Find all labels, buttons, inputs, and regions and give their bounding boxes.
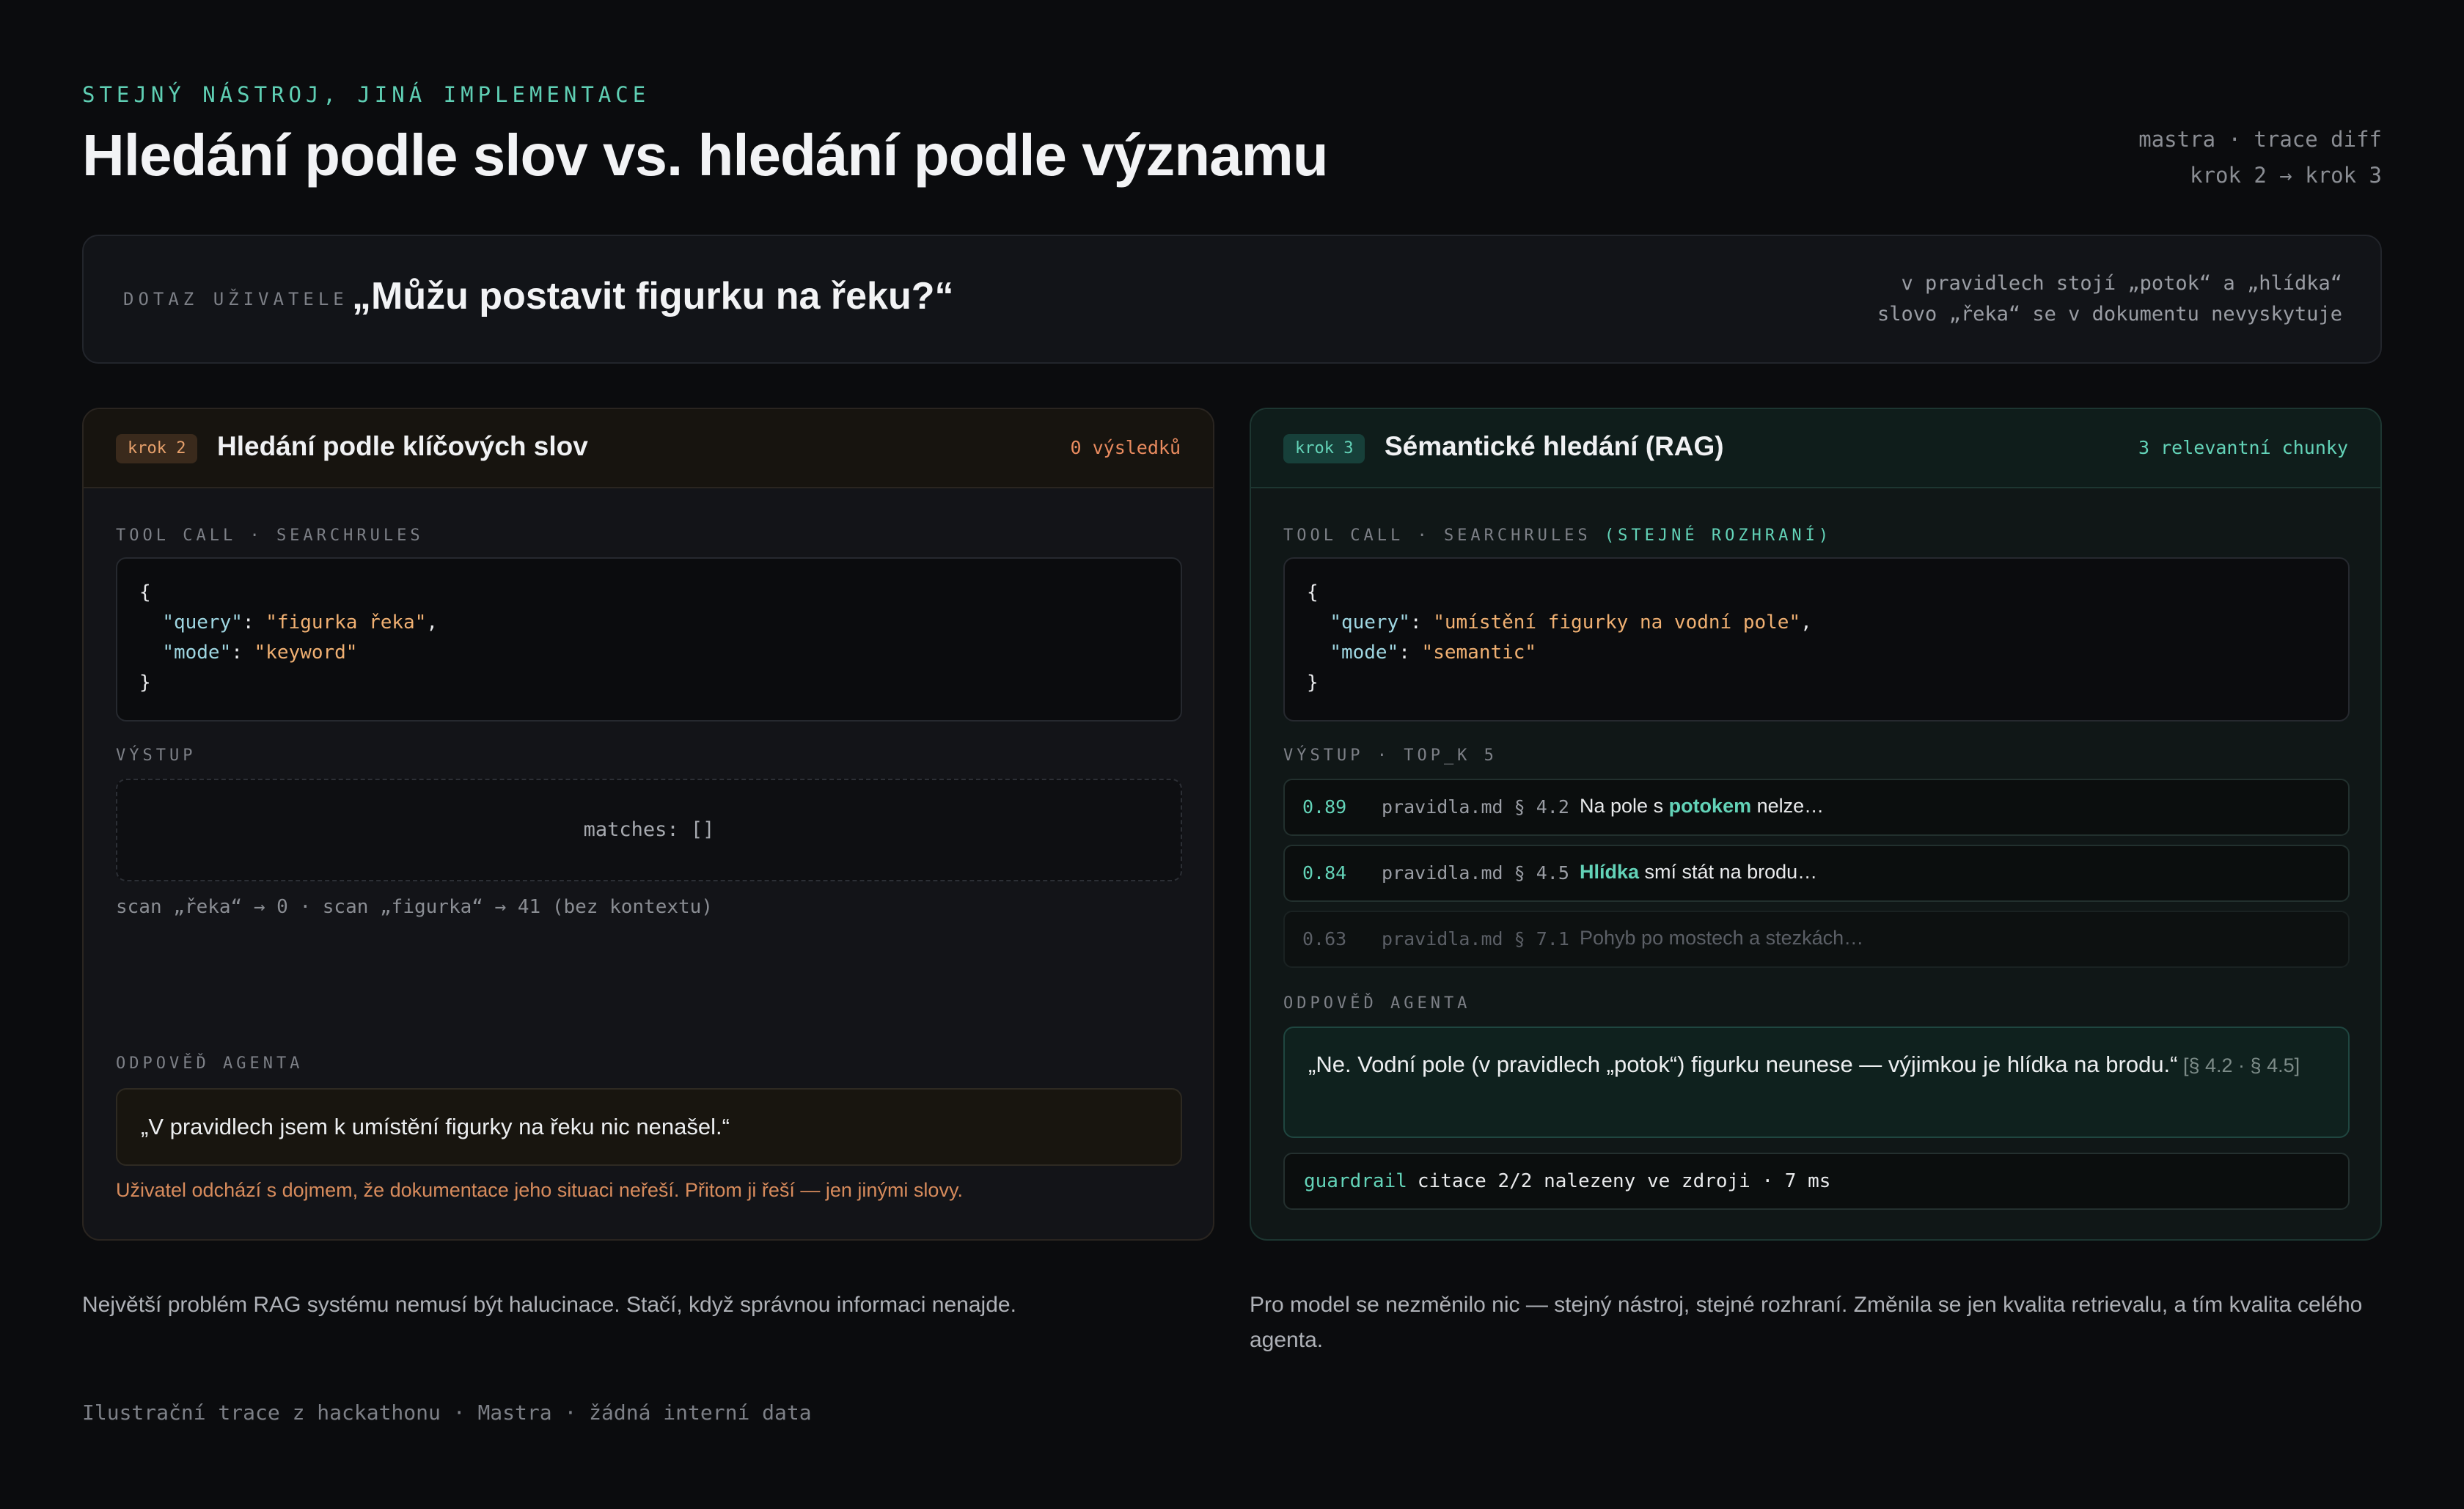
trace-meta: mastra · trace diff krok 2 → krok 3 (2138, 122, 2382, 194)
code-query-key: "query" (162, 612, 243, 634)
panel-header: krok 3 Sémantické hledání (RAG) 3 releva… (1251, 409, 2380, 488)
query-note-line-1: v pravidlech stojí „potok“ a „hlídka“ (1901, 272, 2342, 295)
code-query-value: "umístění figurky na vodní pole" (1433, 612, 1801, 634)
output-label: VÝSTUP · TOP_K 5 (1283, 746, 1497, 765)
trace-meta-source: mastra · trace diff (2138, 127, 2382, 152)
output-label: VÝSTUP (116, 746, 197, 765)
snippet-highlight: potokem (1668, 795, 1752, 817)
scan-summary: scan „řeka“ → 0 · scan „figurka“ → 41 (b… (116, 896, 713, 918)
caption-left: Největší problém RAG systému nemusí být … (82, 1293, 1016, 1317)
empty-output: matches: [] (116, 779, 1182, 881)
panel-title: Hledání podle klíčových slov (217, 431, 588, 461)
query-note: v pravidlech stojí „potok“ a „hlídka“ sl… (1877, 268, 2342, 330)
page-title: Hledání podle slov vs. hledání podle výz… (82, 122, 1329, 188)
step-badge: krok 2 (116, 434, 198, 463)
tool-call-code: { "query": "figurka řeka", "mode": "keyw… (116, 557, 1182, 722)
code-mode-value: "keyword" (254, 642, 358, 664)
code-mode-key: "mode" (1330, 642, 1399, 664)
code-query-key: "query" (1330, 612, 1410, 634)
step-badge: krok 3 (1283, 434, 1365, 463)
code-mode-key: "mode" (162, 642, 232, 664)
code-open-brace: { (1307, 581, 1319, 603)
footer-note: Ilustrační trace z hackathonu · Mastra ·… (82, 1400, 812, 1425)
semantic-search-panel: krok 3 Sémantické hledání (RAG) 3 releva… (1250, 408, 2382, 1241)
outcome-note: Uživatel odchází s dojmem, že dokumentac… (116, 1179, 963, 1201)
result-row[interactable]: 0.84 pravidla.md § 4.5 Hlídka smí stát n… (1283, 845, 2350, 902)
caption-right: Pro model se nezměnilo nic — stejný nást… (1250, 1293, 2363, 1352)
tool-call-label: TOOL CALL · SEARCHRULES (STEJNÉ ROZHRANÍ… (1283, 526, 1832, 545)
panel-title: Sémantické hledání (RAG) (1385, 431, 1724, 461)
snippet-post: smí stát na brodu… (1639, 861, 1818, 883)
result-snippet: Pohyb po mostech a stezkách… (1580, 927, 1863, 950)
answer-citation: [§ 4.2 · § 4.5] (2177, 1054, 2300, 1076)
trace-meta-steps: krok 2 → krok 3 (2190, 163, 2382, 188)
agent-answer: „Ne. Vodní pole (v pravidlech „potok“) f… (1283, 1027, 2350, 1138)
result-snippet: Hlídka smí stát na brodu… (1580, 861, 1817, 884)
tool-call-code: { "query": "umístění figurky na vodní po… (1283, 557, 2350, 722)
result-row[interactable]: 0.89 pravidla.md § 4.2 Na pole s potokem… (1283, 779, 2350, 836)
agent-answer-label: ODPOVĚĎ AGENTA (1283, 994, 1471, 1013)
result-count: 3 relevantní chunky (2138, 437, 2348, 458)
result-row[interactable]: 0.63 pravidla.md § 7.1 Pohyb po mostech … (1283, 911, 2350, 968)
result-source: pravidla.md § 4.2 (1382, 796, 1569, 818)
same-interface-tag: (STEJNÉ ROZHRANÍ) (1604, 526, 1833, 545)
tool-call-label: TOOL CALL · SEARCHRULES (116, 526, 424, 545)
query-note-line-2: slovo „řeka“ se v dokumentu nevyskytuje (1877, 303, 2342, 326)
result-score: 0.84 (1302, 862, 1347, 884)
tool-call-label-text: TOOL CALL · SEARCHRULES (1283, 526, 1591, 545)
result-score: 0.63 (1302, 928, 1347, 950)
result-source: pravidla.md § 7.1 (1382, 928, 1569, 950)
agent-answer: „V pravidlech jsem k umístění figurky na… (116, 1088, 1182, 1166)
code-mode-value: "semantic" (1421, 642, 1537, 664)
snippet-pre: Pohyb po mostech a stezkách… (1580, 927, 1864, 949)
code-close-brace: } (139, 672, 151, 694)
snippet-highlight: Hlídka (1580, 861, 1640, 883)
snippet-post: nelze… (1751, 795, 1825, 817)
result-source: pravidla.md § 4.5 (1382, 862, 1569, 884)
user-query-bar: DOTAZ UŽIVATELE „Můžu postavit figurku n… (82, 235, 2382, 364)
agent-answer-label: ODPOVĚĎ AGENTA (116, 1054, 304, 1073)
result-score: 0.89 (1302, 796, 1347, 818)
result-snippet: Na pole s potokem nelze… (1580, 795, 1824, 818)
guardrail-text: citace 2/2 nalezeny ve zdroji · 7 ms (1417, 1170, 1831, 1192)
query-label: DOTAZ UŽIVATELE (123, 289, 348, 309)
code-open-brace: { (139, 581, 151, 603)
agent-answer-text: „Ne. Vodní pole (v pravidlech „potok“) f… (1308, 1051, 2178, 1077)
eyebrow: STEJNÝ NÁSTROJ, JINÁ IMPLEMENTACE (82, 82, 650, 107)
keyword-search-panel: krok 2 Hledání podle klíčových slov 0 vý… (82, 408, 1214, 1241)
code-close-brace: } (1307, 672, 1319, 694)
query-text: „Můžu postavit figurku na řeku?“ (352, 275, 954, 317)
result-count: 0 výsledků (1070, 437, 1181, 458)
guardrail-status: guardrail citace 2/2 nalezeny ve zdroji ·… (1283, 1153, 2350, 1210)
guardrail-tag: guardrail (1304, 1170, 1407, 1192)
snippet-pre: Na pole s (1580, 795, 1669, 817)
code-query-value: "figurka řeka" (265, 612, 427, 634)
panel-header: krok 2 Hledání podle klíčových slov 0 vý… (84, 409, 1213, 488)
